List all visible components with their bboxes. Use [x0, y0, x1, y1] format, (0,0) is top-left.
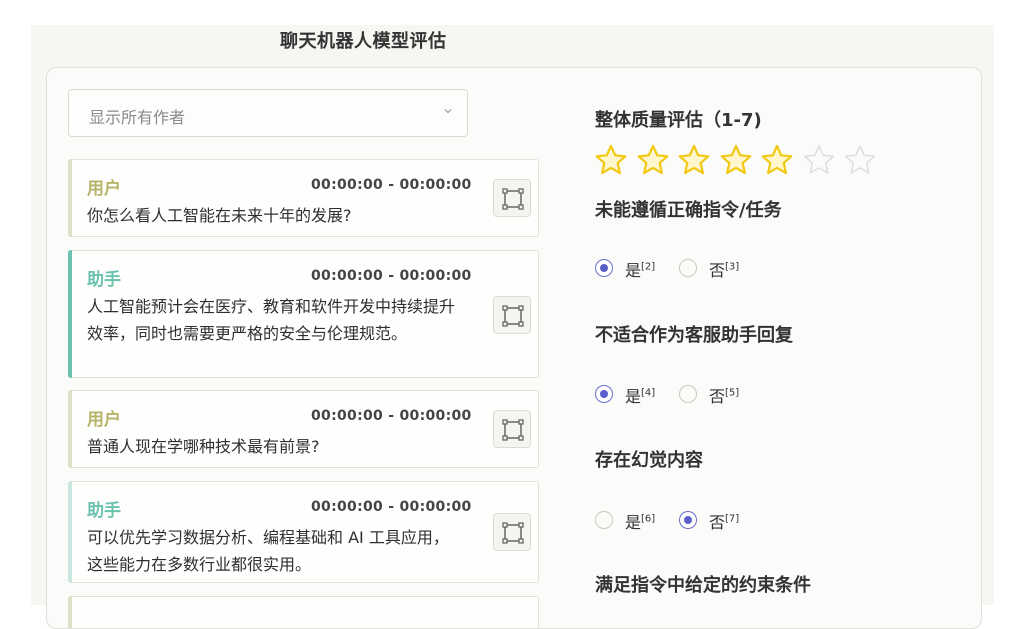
- star-filled-icon[interactable]: [720, 144, 752, 176]
- message-card: 用户 00:00:00 - 00:00:00 普通人现在学哪种技术最有前景?: [68, 390, 539, 468]
- reference-marker: [6]: [641, 513, 656, 525]
- radio-yes-label: 是: [625, 513, 642, 532]
- star-filled-icon[interactable]: [678, 144, 710, 176]
- message-card: 助手 00:00:00 - 00:00:00 人工智能预计会在医疗、教育和软件开…: [68, 250, 539, 378]
- role-indicator: [68, 596, 72, 628]
- star-filled-icon[interactable]: [637, 144, 669, 176]
- radio-no-label: 否: [709, 261, 726, 280]
- select-region-button[interactable]: [493, 296, 531, 334]
- role-indicator: [68, 159, 72, 237]
- page-title: 聊天机器人模型评估: [280, 31, 447, 52]
- select-region-button[interactable]: [493, 410, 531, 448]
- message-card: 用户 00:00:00 - 00:00:00 你怎么看人工智能在未来十年的发展?: [68, 159, 539, 237]
- radio-no-label: 否: [709, 387, 726, 406]
- star-filled-icon[interactable]: [761, 144, 793, 176]
- reference-marker: [2]: [641, 261, 656, 273]
- role-indicator: [68, 481, 72, 583]
- message-card: 助手 00:00:00 - 00:00:00 可以优先学习数据分析、编程基础和 …: [68, 481, 539, 583]
- star-empty-icon[interactable]: [844, 144, 876, 176]
- radio-yes-label: 是: [625, 387, 642, 406]
- message-text: 你怎么看人工智能在未来十年的发展?: [87, 206, 352, 225]
- evaluation-panel: 显示所有作者 用户 00:00:00 - 00:00:00 你怎么看人工智能在未…: [46, 67, 982, 629]
- radio-button[interactable]: [679, 511, 697, 529]
- message-role: 用户: [87, 410, 121, 430]
- bounding-box-icon: [502, 419, 524, 441]
- radio-button[interactable]: [679, 385, 697, 403]
- radio-button[interactable]: [679, 259, 697, 277]
- bounding-box-icon: [502, 188, 524, 210]
- radio-no-label: 否: [709, 513, 726, 532]
- message-role: 助手: [87, 270, 121, 290]
- star-empty-icon[interactable]: [803, 144, 835, 176]
- radio-button[interactable]: [595, 511, 613, 529]
- bounding-box-icon: [502, 522, 524, 544]
- message-card: [68, 596, 539, 628]
- question-label: 未能遵循正确指令/任务: [595, 200, 782, 221]
- role-indicator: [68, 390, 72, 468]
- radio-button[interactable]: [595, 385, 613, 403]
- question-label: 满足指令中给定的约束条件: [595, 575, 811, 596]
- bounding-box-icon: [502, 305, 524, 327]
- select-region-button[interactable]: [493, 513, 531, 551]
- message-text: 人工智能预计会在医疗、教育和软件开发中持续提升效率，同时也需要更严格的安全与伦理…: [87, 297, 456, 343]
- message-time-range: 00:00:00 - 00:00:00: [311, 499, 472, 515]
- message-text: 普通人现在学哪种技术最有前景?: [87, 437, 320, 456]
- message-time-range: 00:00:00 - 00:00:00: [311, 268, 472, 284]
- reference-marker: [3]: [725, 261, 740, 273]
- reference-marker: [7]: [725, 513, 740, 525]
- reference-marker: [5]: [725, 387, 740, 399]
- message-time-range: 00:00:00 - 00:00:00: [311, 408, 472, 424]
- radio-button[interactable]: [595, 259, 613, 277]
- message-role: 用户: [87, 179, 121, 199]
- select-region-button[interactable]: [493, 179, 531, 217]
- chevron-down-icon: [444, 109, 452, 114]
- message-time-range: 00:00:00 - 00:00:00: [311, 177, 472, 193]
- message-role: 助手: [87, 501, 121, 521]
- rating-label: 整体质量评估（1-7): [595, 110, 762, 131]
- role-indicator: [68, 250, 72, 378]
- question-label: 存在幻觉内容: [595, 450, 703, 471]
- message-text: 可以优先学习数据分析、编程基础和 AI 工具应用，这些能力在多数行业都很实用。: [87, 528, 449, 574]
- author-filter-placeholder: 显示所有作者: [89, 108, 186, 127]
- author-filter-select[interactable]: 显示所有作者: [68, 89, 468, 137]
- reference-marker: [4]: [641, 387, 656, 399]
- radio-yes-label: 是: [625, 261, 642, 280]
- star-filled-icon[interactable]: [595, 144, 627, 176]
- question-label: 不适合作为客服助手回复: [595, 325, 793, 346]
